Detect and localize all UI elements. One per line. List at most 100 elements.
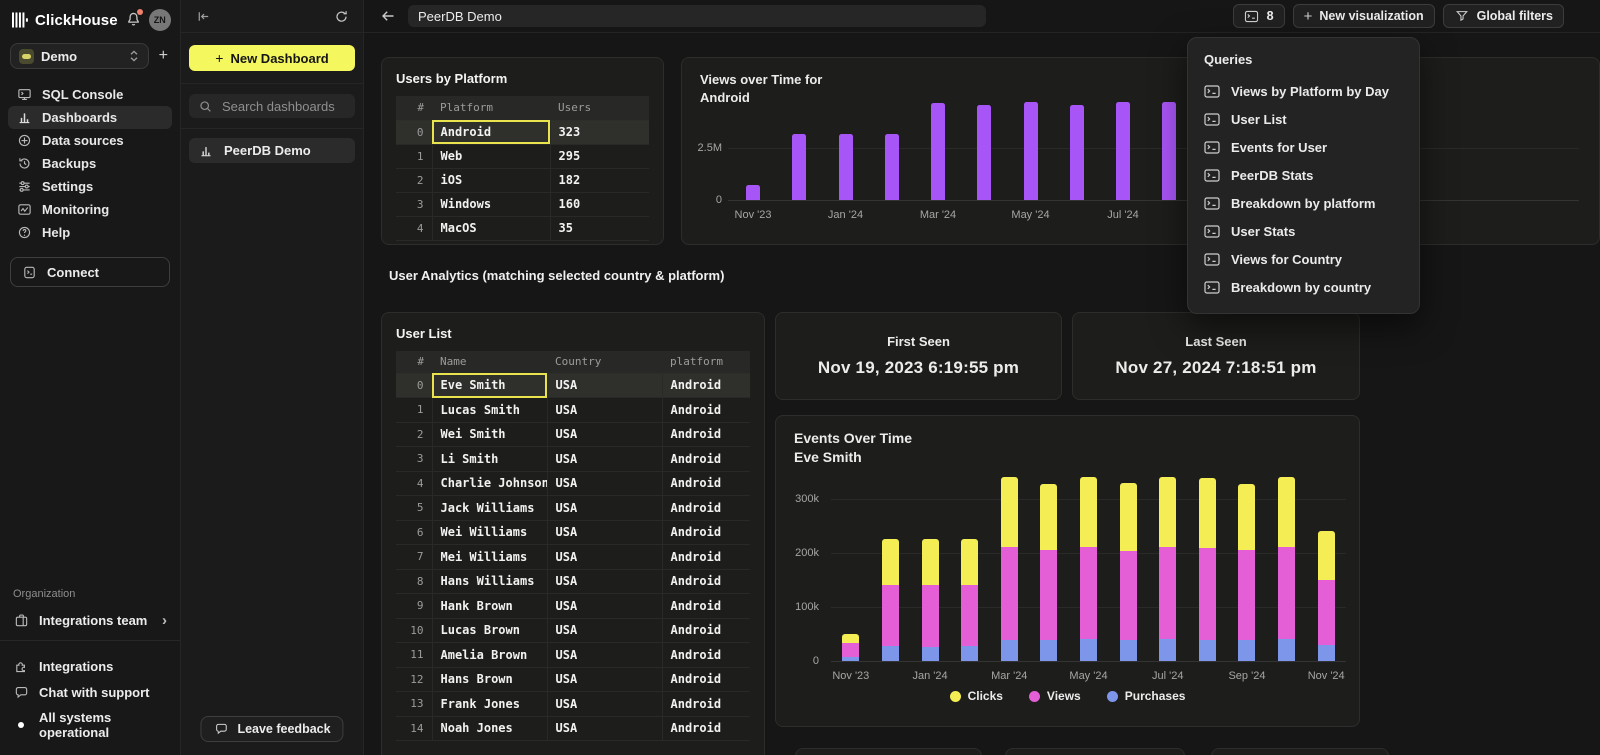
table-cell[interactable]: USA [547,667,662,692]
bar-segment-clicks[interactable] [1120,483,1137,551]
table-cell[interactable]: Android [662,716,750,741]
bar-segment-views[interactable] [1159,547,1176,639]
global-filters-button[interactable]: Global filters [1443,4,1564,28]
queries-menu-item[interactable]: User Stats [1188,217,1419,245]
table-row[interactable]: 3Li SmithUSAAndroid [396,447,750,472]
table-cell[interactable]: USA [547,643,662,668]
table-cell[interactable]: Android [662,520,750,545]
table-row[interactable]: 12Hans BrownUSAAndroid [396,667,750,692]
table-row[interactable]: 13Frank JonesUSAAndroid [396,692,750,717]
table-row[interactable]: 2Wei SmithUSAAndroid [396,422,750,447]
dashboard-title-input[interactable] [408,5,986,27]
integrations-team-item[interactable]: Integrations team › [0,608,180,640]
new-dashboard-button[interactable]: + New Dashboard [189,45,355,71]
bar-segment-clicks[interactable] [961,539,978,585]
table-cell[interactable]: USA [547,398,662,423]
table-cell[interactable]: 3 [396,192,432,216]
bar-segment-views[interactable] [1080,547,1097,639]
table-cell[interactable]: 5 [396,496,432,521]
sidebar-item-dashboards[interactable]: Dashboards [8,106,172,129]
table-cell[interactable]: 295 [550,144,649,168]
bar-segment-purchases[interactable] [922,647,939,661]
table-cell[interactable]: Android [662,569,750,594]
table-cell[interactable]: Android [662,447,750,472]
bar-segment-clicks[interactable] [922,539,939,585]
table-cell[interactable]: Eve Smith [432,373,547,398]
table-cell[interactable]: Windows [432,192,550,216]
table-cell[interactable]: USA [547,569,662,594]
table-cell[interactable]: USA [547,692,662,717]
sidebar-item-monitoring[interactable]: Monitoring [8,198,172,221]
table-cell[interactable]: Li Smith [432,447,547,472]
table-row[interactable]: 14Noah JonesUSAAndroid [396,716,750,741]
bar-segment-views[interactable] [1001,547,1018,640]
table-cell[interactable]: Android [662,545,750,570]
bar-segment-views[interactable] [922,585,939,647]
search-input[interactable] [220,98,347,115]
footer-item-all-systems-operational[interactable]: All systems operational [0,705,180,745]
table-cell[interactable]: Hans Williams [432,569,547,594]
table-cell[interactable]: Hank Brown [432,594,547,619]
bar-segment-purchases[interactable] [1001,640,1018,661]
table-cell[interactable]: 13 [396,692,432,717]
refresh-icon[interactable] [333,8,349,24]
table-cell[interactable]: Android [662,618,750,643]
bar-segment-purchases[interactable] [1159,639,1176,661]
org-select[interactable]: Demo [10,43,149,69]
legend-item-clicks[interactable]: Clicks [950,689,1003,703]
table-cell[interactable]: Charlie Johnson [432,471,547,496]
table-cell[interactable]: USA [547,716,662,741]
queries-menu-item[interactable]: Views by Platform by Day [1188,77,1419,105]
leave-feedback-button[interactable]: Leave feedback [200,716,343,742]
queries-menu-item[interactable]: Views for Country [1188,245,1419,273]
bar[interactable] [792,134,806,200]
queries-menu-item[interactable]: Breakdown by country [1188,273,1419,301]
table-cell[interactable]: 4 [396,471,432,496]
table-cell[interactable]: USA [547,545,662,570]
back-arrow-icon[interactable] [380,8,396,24]
table-cell[interactable]: 8 [396,569,432,594]
table-cell[interactable]: USA [547,422,662,447]
bar-segment-purchases[interactable] [1199,640,1216,661]
bar[interactable] [885,134,899,200]
bar-segment-purchases[interactable] [1120,640,1137,661]
footer-item-integrations[interactable]: Integrations [0,653,180,679]
table-row[interactable]: 1Web295 [396,144,649,168]
queries-menu-item[interactable]: User List [1188,105,1419,133]
table-cell[interactable]: Hans Brown [432,667,547,692]
legend-item-views[interactable]: Views [1029,689,1081,703]
table-cell[interactable]: 14 [396,716,432,741]
bar[interactable] [1024,102,1038,200]
bar-segment-clicks[interactable] [1159,477,1176,547]
table-cell[interactable]: USA [547,471,662,496]
table-row[interactable]: 4MacOS35 [396,216,649,240]
table-cell[interactable]: Web [432,144,550,168]
bar-segment-purchases[interactable] [961,646,978,661]
table-row[interactable]: 3Windows160 [396,192,649,216]
table-row[interactable]: 0Eve SmithUSAAndroid [396,373,750,398]
table-cell[interactable]: Jack Williams [432,496,547,521]
table-row[interactable]: 1Lucas SmithUSAAndroid [396,398,750,423]
bar-segment-clicks[interactable] [1080,477,1097,547]
bar-segment-purchases[interactable] [1080,639,1097,661]
table-cell[interactable]: 4 [396,216,432,240]
table-cell[interactable]: 1 [396,144,432,168]
bar-segment-views[interactable] [1199,548,1216,640]
table-cell[interactable]: 7 [396,545,432,570]
table-cell[interactable]: USA [547,520,662,545]
bar-segment-purchases[interactable] [882,646,899,661]
table-cell[interactable]: Android [432,120,550,144]
table-cell[interactable]: USA [547,496,662,521]
table-cell[interactable]: 6 [396,520,432,545]
table-cell[interactable]: Android [662,496,750,521]
table-cell[interactable]: Android [662,398,750,423]
footer-item-chat-with-support[interactable]: Chat with support [0,679,180,705]
table-cell[interactable]: 160 [550,192,649,216]
table-cell[interactable]: 11 [396,643,432,668]
sidebar-item-backups[interactable]: Backups [8,152,172,175]
table-cell[interactable]: Android [662,422,750,447]
bar-segment-views[interactable] [961,585,978,646]
dashboard-search[interactable] [189,94,355,118]
sidebar-item-help[interactable]: Help [8,221,172,244]
bar-segment-clicks[interactable] [882,539,899,585]
